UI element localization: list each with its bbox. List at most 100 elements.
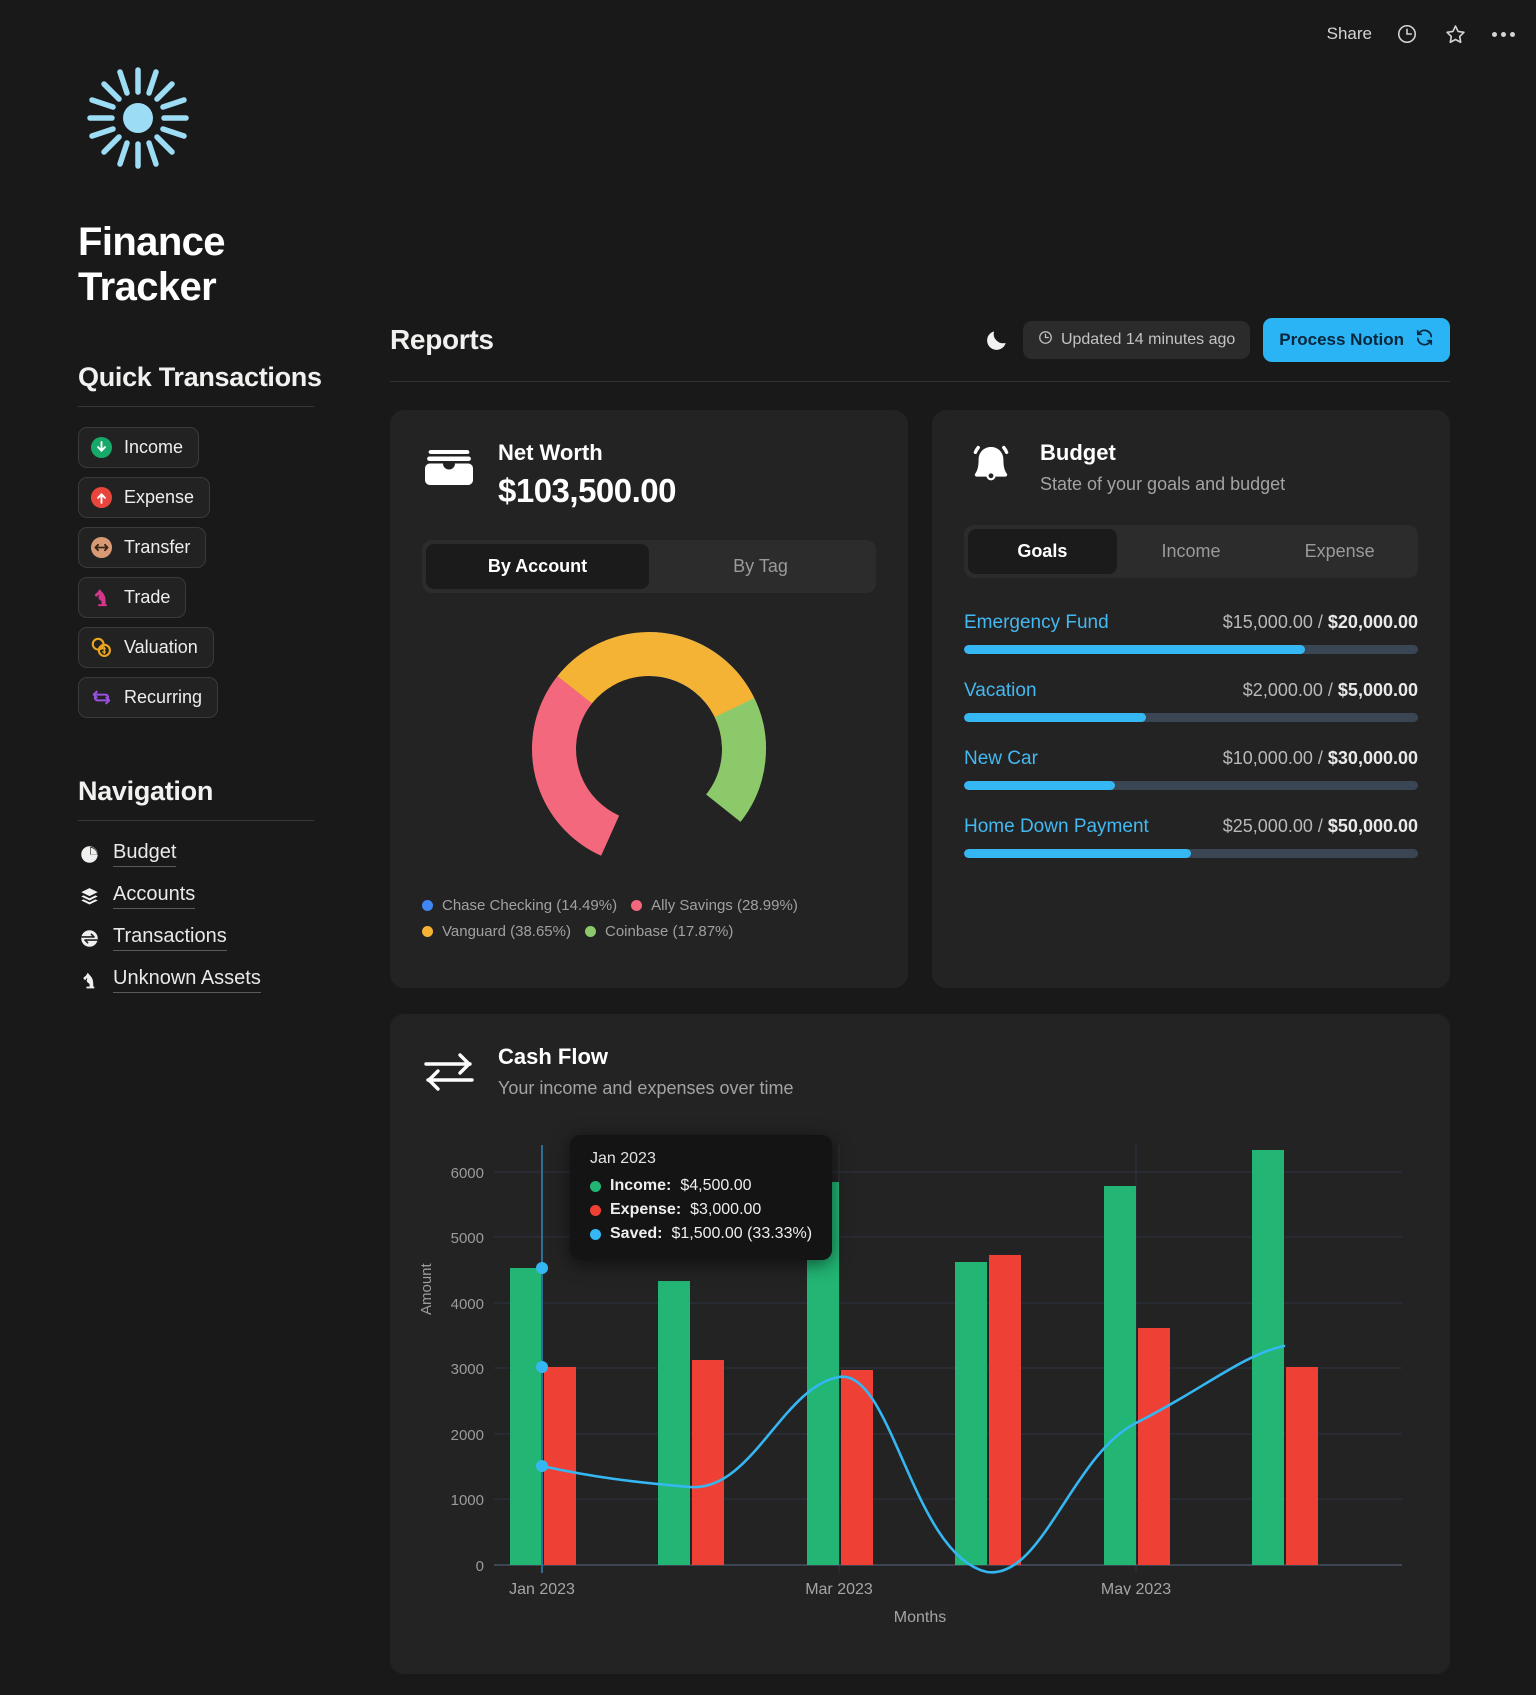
legend-swatch bbox=[584, 926, 596, 937]
pie-chart-icon bbox=[78, 843, 100, 865]
goal-progress-fill bbox=[964, 849, 1191, 858]
quick-action-income[interactable]: Income bbox=[78, 427, 200, 468]
tooltip-value: $4,500.00 bbox=[680, 1177, 752, 1194]
tooltip-value: $1,500.00 (33.33%) bbox=[671, 1225, 813, 1242]
svg-text:4000: 4000 bbox=[451, 1296, 484, 1313]
budget-header: Budget State of your goals and budget bbox=[964, 440, 1418, 495]
navigation-section: Navigation Budget Accounts Transactions … bbox=[78, 776, 368, 993]
svg-text:5000: 5000 bbox=[451, 1230, 484, 1247]
legend-item: Ally Savings (28.99%) bbox=[631, 897, 798, 914]
goal-row: Emergency Fund $15,000.00 / $20,000.00 bbox=[964, 612, 1418, 654]
tab-income[interactable]: Income bbox=[1117, 529, 1266, 574]
clock-icon[interactable] bbox=[1394, 21, 1420, 47]
layers-icon bbox=[78, 885, 100, 907]
quick-action-trade[interactable]: Trade bbox=[78, 577, 187, 618]
goals-list: Emergency Fund $15,000.00 / $20,000.00 V… bbox=[964, 612, 1418, 858]
x-tick-label: Jan 2023 bbox=[509, 1581, 575, 1595]
quick-action-label: Expense bbox=[124, 487, 195, 507]
goal-amount: $10,000.00 / $30,000.00 bbox=[1222, 748, 1418, 768]
quick-action-label: Transfer bbox=[124, 537, 191, 557]
tab-expense[interactable]: Expense bbox=[1265, 529, 1414, 574]
quick-action-expense[interactable]: Expense bbox=[78, 477, 211, 518]
nav-item-unknown-assets[interactable]: Unknown Assets bbox=[78, 967, 368, 993]
legend-label: Chase Checking (14.49%) bbox=[442, 897, 618, 914]
tab-by-tag[interactable]: By Tag bbox=[649, 544, 872, 589]
divider bbox=[78, 406, 314, 407]
legend-label: Coinbase (17.87%) bbox=[604, 923, 734, 940]
nav-item-label: Transactions bbox=[113, 925, 227, 951]
tooltip-swatch bbox=[590, 1204, 601, 1216]
goal-name[interactable]: New Car bbox=[964, 748, 1038, 770]
transfer-circle-icon bbox=[78, 927, 100, 949]
goal-row: Home Down Payment $25,000.00 / $50,000.0… bbox=[964, 816, 1418, 858]
goal-amount: $2,000.00 / $5,000.00 bbox=[1242, 680, 1418, 700]
net-worth-legend: Chase Checking (14.49%) Ally Savings (28… bbox=[422, 897, 876, 940]
chess-knight-icon bbox=[78, 969, 100, 991]
more-options-icon[interactable] bbox=[1490, 21, 1516, 47]
goal-progress-track bbox=[964, 781, 1418, 790]
goal-progress-fill bbox=[964, 713, 1146, 722]
cash-flow-title: Cash Flow bbox=[498, 1044, 609, 1069]
cash-flow-chart: Amount 0 1000 2000 3000 4000 5000 6000 J… bbox=[418, 1125, 1418, 1626]
tooltip-label: Saved: bbox=[610, 1225, 663, 1242]
nav-item-accounts[interactable]: Accounts bbox=[78, 883, 368, 909]
tooltip-swatch bbox=[590, 1228, 601, 1240]
tab-by-account[interactable]: By Account bbox=[426, 544, 649, 589]
process-notion-label: Process Notion bbox=[1279, 330, 1404, 349]
updated-status[interactable]: Updated 14 minutes ago bbox=[1022, 321, 1251, 359]
page-title: Finance Tracker bbox=[78, 220, 226, 309]
net-worth-donut-chart bbox=[422, 619, 876, 879]
cash-flow-card: Cash Flow Your income and expenses over … bbox=[390, 1014, 1450, 1674]
goal-name[interactable]: Emergency Fund bbox=[964, 612, 1109, 634]
svg-text:3000: 3000 bbox=[451, 1361, 484, 1378]
updated-label: Updated 14 minutes ago bbox=[1060, 331, 1236, 348]
nav-item-budget[interactable]: Budget bbox=[78, 841, 368, 867]
coins-icon bbox=[90, 636, 113, 659]
nav-item-transactions[interactable]: Transactions bbox=[78, 925, 368, 951]
reports-header-actions: Updated 14 minutes ago Process Notion bbox=[984, 318, 1450, 362]
arrows-exchange-icon bbox=[422, 1044, 476, 1098]
goal-progress-track bbox=[964, 713, 1418, 722]
svg-text:0: 0 bbox=[476, 1558, 484, 1575]
goal-progress-track bbox=[964, 849, 1418, 858]
share-button[interactable]: Share bbox=[1327, 24, 1372, 44]
budget-card: Budget State of your goals and budget Go… bbox=[932, 410, 1450, 988]
chart-tooltip: Jan 2023 Income: $4,500.00 Expense: $3,0… bbox=[570, 1135, 833, 1260]
moon-icon[interactable] bbox=[984, 327, 1010, 353]
legend-label: Ally Savings (28.99%) bbox=[651, 897, 798, 914]
budget-subtitle: State of your goals and budget bbox=[1040, 474, 1286, 494]
arrows-horizontal-circle-icon bbox=[90, 536, 113, 559]
legend-swatch bbox=[631, 900, 643, 911]
net-worth-title: Net Worth bbox=[498, 440, 603, 465]
quick-action-label: Recurring bbox=[124, 687, 203, 707]
main-content: Reports Updated 14 minutes ago Process N… bbox=[390, 318, 1450, 1674]
goal-amount: $15,000.00 / $20,000.00 bbox=[1222, 612, 1418, 632]
wallet-icon bbox=[422, 440, 476, 494]
divider bbox=[390, 381, 1450, 382]
cash-flow-header: Cash Flow Your income and expenses over … bbox=[422, 1044, 1418, 1099]
arrow-up-circle-icon bbox=[90, 486, 113, 509]
cash-flow-subtitle: Your income and expenses over time bbox=[498, 1078, 794, 1098]
process-notion-button[interactable]: Process Notion bbox=[1263, 318, 1450, 362]
workspace-logo bbox=[78, 58, 198, 178]
goal-progress-fill bbox=[964, 645, 1305, 654]
quick-action-transfer[interactable]: Transfer bbox=[78, 527, 207, 568]
donut-svg bbox=[532, 632, 766, 866]
legend-swatch bbox=[422, 900, 433, 911]
quick-action-valuation[interactable]: Valuation bbox=[78, 627, 214, 668]
goal-progress-fill bbox=[964, 781, 1116, 790]
tab-goals[interactable]: Goals bbox=[968, 529, 1117, 574]
quick-action-label: Valuation bbox=[124, 637, 198, 657]
reports-header: Reports Updated 14 minutes ago Process N… bbox=[390, 318, 1450, 362]
goal-name[interactable]: Vacation bbox=[964, 680, 1037, 702]
net-worth-card: Net Worth $103,500.00 By Account By Tag bbox=[390, 410, 908, 988]
goal-amount: $25,000.00 / $50,000.00 bbox=[1222, 816, 1418, 836]
quick-action-recurring[interactable]: Recurring bbox=[78, 677, 219, 718]
x-tick-label: May 2023 bbox=[1101, 1581, 1171, 1595]
divider bbox=[78, 820, 314, 821]
navigation-list: Budget Accounts Transactions Unknown Ass… bbox=[78, 841, 368, 993]
budget-tabs: Goals Income Expense bbox=[964, 525, 1418, 578]
bell-icon bbox=[964, 440, 1018, 494]
goal-name[interactable]: Home Down Payment bbox=[964, 816, 1149, 838]
star-icon[interactable] bbox=[1442, 21, 1468, 47]
